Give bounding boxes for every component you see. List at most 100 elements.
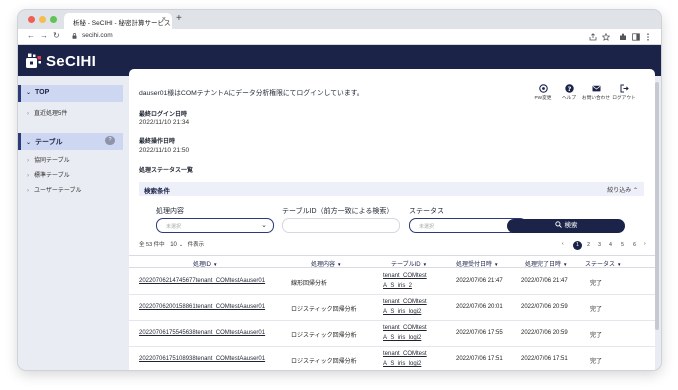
sidebar-section-label: テーブル xyxy=(35,139,63,146)
maximize-window-button[interactable] xyxy=(50,16,57,23)
sort-icon: ▼ xyxy=(563,262,568,267)
sidebar-section-table[interactable]: ⌄ テーブル ? xyxy=(18,133,123,150)
table-id-link[interactable]: A_S_iris_2 xyxy=(383,283,412,289)
chevron-down-icon: ⌄ xyxy=(26,90,32,96)
table-row: 20220706175545638tenant_COMtestAauser01 … xyxy=(129,321,655,347)
logout-button[interactable]: ログアウト xyxy=(609,84,639,101)
process-label: 処理内容 xyxy=(156,208,184,215)
completed-cell: 2022/07/06 21:47 xyxy=(521,278,568,284)
page: SeCIHI ⌄ TOP › 直近処理5件 ⌄ テーブル ? › 協同テーブル › 標準テ… xyxy=(18,45,661,370)
process-id-link[interactable]: 20220706175545638tenant_COMtestAauser01 xyxy=(139,330,265,336)
lock-icon xyxy=(72,33,77,39)
column-header-label: 処理受付日時 xyxy=(456,262,493,268)
per-page-select[interactable]: 10 ⌄ xyxy=(170,242,183,248)
table-id-link[interactable]: A_S_iris_logi2 xyxy=(383,309,421,315)
forward-icon[interactable]: → xyxy=(40,31,48,40)
pagination-next[interactable]: › xyxy=(644,241,646,247)
table-id-link[interactable]: A_S_iris_logi2 xyxy=(383,361,421,367)
sort-icon: ▼ xyxy=(494,262,499,267)
page-6[interactable]: 6 xyxy=(630,241,639,250)
last-operation-value: 2022/11/10 21:50 xyxy=(139,147,190,154)
received-cell: 2022/07/06 20:01 xyxy=(456,304,503,310)
mail-icon xyxy=(592,85,600,92)
sidebar-item-label: 協同テーブル xyxy=(34,158,70,164)
contact-button[interactable]: お問い合わせ xyxy=(581,84,611,101)
process-cell: ロジスティック回帰分析 xyxy=(291,359,357,365)
bookmark-star-icon[interactable] xyxy=(602,33,610,41)
column-header-status[interactable]: ステータス ▼ xyxy=(585,259,621,268)
table-id-link[interactable]: tenant_COMtest xyxy=(383,325,427,331)
table-row: 20220706200158861tenant_COMtestAauser01 … xyxy=(129,295,655,321)
column-header-table-id[interactable]: テーブルID ▼ xyxy=(391,259,427,268)
page-5[interactable]: 5 xyxy=(618,241,627,250)
address-bar: ← → ↻ secihi.com xyxy=(18,29,661,45)
received-cell: 2022/07/06 17:55 xyxy=(456,330,503,336)
per-page-unit: 件表示 xyxy=(187,242,205,248)
new-tab-button[interactable]: + xyxy=(176,13,182,24)
table-id-link[interactable]: tenant_COMtest xyxy=(383,299,427,305)
page-2[interactable]: 2 xyxy=(584,241,593,250)
process-cell: ロジスティック回帰分析 xyxy=(291,333,357,339)
table-id-label: テーブルID（前方一致による検索） xyxy=(282,208,394,215)
chevron-right-icon: › xyxy=(27,111,29,117)
last-operation-label: 最終操作日時 xyxy=(139,139,176,145)
table-id-link[interactable]: tenant_COMtest xyxy=(383,273,427,279)
password-icon xyxy=(538,84,548,93)
reload-icon[interactable]: ↻ xyxy=(53,31,60,40)
process-id-link[interactable]: 20220706175108938tenant_COMtestAauser01 xyxy=(139,356,265,362)
sidebar-section-top[interactable]: ⌄ TOP xyxy=(18,85,123,102)
page-3[interactable]: 3 xyxy=(595,241,604,250)
sidebar-item-user-table[interactable]: › ユーザーテーブル xyxy=(18,185,123,194)
chevron-down-icon: ⌄ xyxy=(261,222,267,229)
chevron-right-icon: › xyxy=(27,173,29,179)
search-button[interactable]: 検索 xyxy=(507,219,625,233)
received-cell: 2022/07/06 17:51 xyxy=(456,356,503,362)
page-4[interactable]: 4 xyxy=(606,241,615,250)
table-header: 処理ID ▼ 処理内容 ▼ テーブルID ▼ 処理受付日時 ▼ 処理完了日時 ▼ ステータ… xyxy=(129,255,655,268)
column-header-id[interactable]: 処理ID ▼ xyxy=(193,259,217,268)
column-header-label: テーブルID xyxy=(391,262,421,268)
welcome-message: dauser01様はCOMテナントAにデータ分析権限にてログインしています。 xyxy=(139,90,364,97)
sidebar-item-shared-table[interactable]: › 協同テーブル xyxy=(18,155,123,164)
column-header-label: ステータス xyxy=(585,262,616,268)
search-button-label: 検索 xyxy=(564,222,578,229)
status-cell: 完了 xyxy=(590,281,603,287)
close-window-button[interactable] xyxy=(28,16,35,23)
browser-menu-icon[interactable] xyxy=(646,33,650,41)
table-id-link[interactable]: tenant_COMtest xyxy=(383,351,427,357)
help-button[interactable]: ? ヘルプ xyxy=(554,84,584,101)
table-id-link[interactable]: A_S_iris_logi2 xyxy=(383,335,421,341)
status-cell: 完了 xyxy=(590,333,603,339)
status-cell: 完了 xyxy=(590,359,603,365)
table-id-input[interactable] xyxy=(282,218,400,233)
process-cell: 線形回帰分析 xyxy=(291,281,328,287)
filter-toggle[interactable]: 絞り込み ⌃ xyxy=(607,185,638,194)
browser-tab[interactable]: 析秘 - SeCIHI - 秘密計算サービス × xyxy=(64,13,172,29)
search-conditions-title: 検索条件 xyxy=(144,188,170,195)
svg-text:?: ? xyxy=(567,85,571,93)
process-select[interactable]: 未選択 ⌄ xyxy=(156,218,274,233)
column-header-label: 処理ID xyxy=(193,262,212,268)
column-header-process[interactable]: 処理内容 ▼ xyxy=(311,259,341,268)
sidebar-item-recent[interactable]: › 直近処理5件 xyxy=(18,108,123,117)
page-scrollbar[interactable] xyxy=(655,82,659,330)
last-login-label: 最終ログイン日時 xyxy=(139,112,188,118)
url-field[interactable]: secihi.com xyxy=(82,32,113,39)
pagination-prev[interactable]: ‹ xyxy=(562,241,564,247)
column-header-received[interactable]: 処理受付日時 ▼ xyxy=(456,259,498,268)
tab-close-icon[interactable]: × xyxy=(162,16,166,23)
search-conditions-header: 検索条件 絞り込み ⌃ xyxy=(139,182,644,196)
extensions-icon[interactable] xyxy=(619,33,627,41)
process-id-link[interactable]: 20220706200158861tenant_COMtestAauser01 xyxy=(139,304,265,310)
side-panel-icon[interactable] xyxy=(632,33,640,41)
process-id-link[interactable]: 20220706214745677tenant_COMtestAauser01 xyxy=(139,278,265,284)
column-header-label: 処理完了日時 xyxy=(525,262,562,268)
minimize-window-button[interactable] xyxy=(39,16,46,23)
column-header-completed[interactable]: 処理完了日時 ▼ xyxy=(525,259,567,268)
sidebar-item-standard-table[interactable]: › 標準テーブル xyxy=(18,170,123,179)
share-icon[interactable] xyxy=(589,33,597,41)
back-icon[interactable]: ← xyxy=(27,31,35,40)
help-badge[interactable]: ? xyxy=(105,136,115,145)
page-1[interactable]: 1 xyxy=(573,241,582,250)
logo-text: SeCIHI xyxy=(46,52,97,70)
